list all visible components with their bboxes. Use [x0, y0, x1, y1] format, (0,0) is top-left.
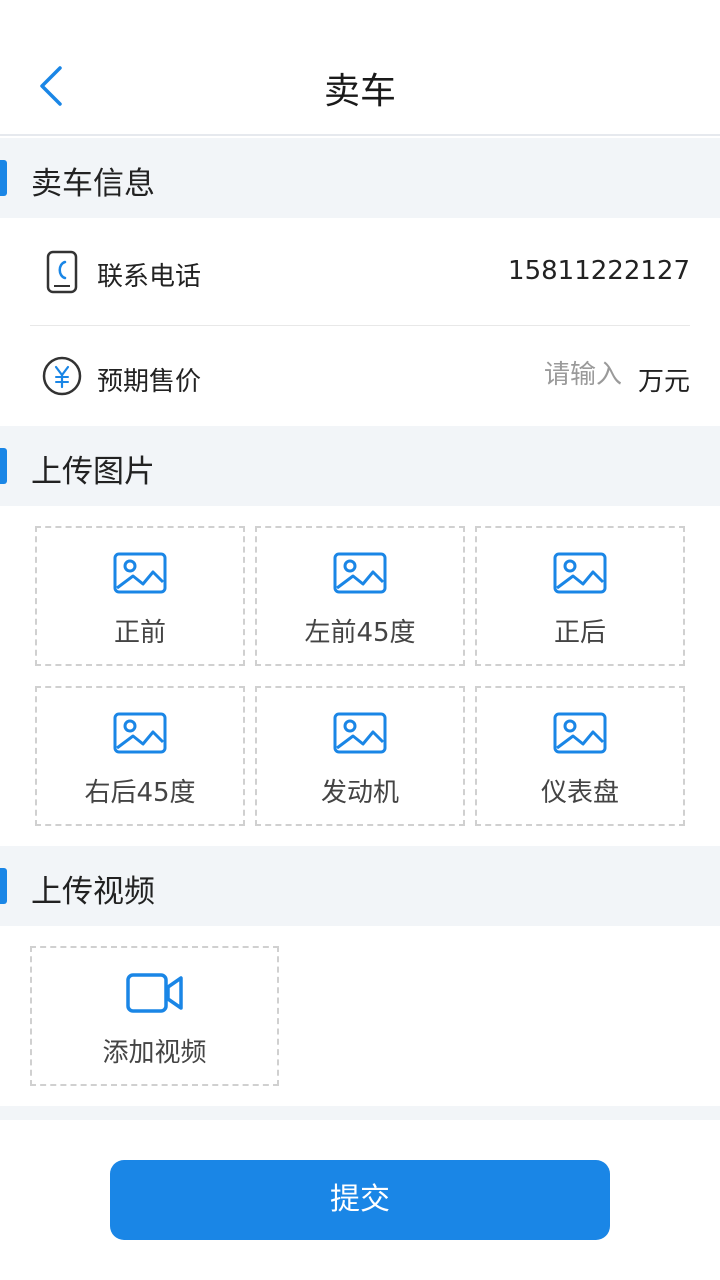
upload-tile-front-left-45[interactable]: 左前45度	[255, 526, 465, 666]
price-row: 预期售价 万元	[0, 326, 720, 426]
section-accent-bar	[0, 448, 7, 484]
video-camera-icon	[126, 973, 183, 1013]
phone-row[interactable]: 联系电话 15811222127	[0, 218, 720, 326]
upload-tile-engine[interactable]: 发动机	[255, 686, 465, 826]
image-icon	[333, 552, 387, 594]
price-input[interactable]	[522, 360, 622, 390]
upload-tile-dashboard[interactable]: 仪表盘	[475, 686, 685, 826]
footer-separator	[0, 1106, 720, 1120]
yuan-icon	[42, 356, 82, 396]
add-video-button[interactable]: 添加视频	[30, 946, 279, 1086]
image-icon	[113, 552, 167, 594]
section-title: 上传图片	[31, 454, 155, 490]
section-title: 上传视频	[31, 874, 155, 910]
image-icon	[553, 552, 607, 594]
upload-tile-rear[interactable]: 正后	[475, 526, 685, 666]
tile-label: 左前45度	[304, 618, 416, 648]
add-video-label: 添加视频	[102, 1038, 207, 1068]
upload-tile-rear-right-45[interactable]: 右后45度	[35, 686, 245, 826]
phone-value: 15811222127	[508, 256, 690, 286]
tile-label: 仪表盘	[540, 778, 619, 808]
upload-tile-front[interactable]: 正前	[35, 526, 245, 666]
submit-button[interactable]: 提交	[110, 1160, 610, 1240]
section-title: 卖车信息	[31, 166, 155, 202]
image-icon	[553, 712, 607, 754]
tile-label: 正前	[113, 618, 166, 648]
tile-label: 正后	[553, 618, 606, 648]
page-title: 卖车	[323, 71, 396, 112]
price-unit: 万元	[637, 367, 690, 397]
section-accent-bar	[0, 868, 7, 904]
section-upload-images: 上传图片	[0, 426, 720, 506]
nav-bar: 卖车	[0, 0, 720, 136]
section-upload-video: 上传视频	[0, 846, 720, 926]
image-upload-grid: 正前 左前45度 正后 右后45度 发动机 仪表盘	[0, 506, 720, 846]
price-label: 预期售价	[97, 367, 202, 397]
image-icon	[113, 712, 167, 754]
tile-label: 右后45度	[84, 778, 196, 808]
phone-label: 联系电话	[97, 262, 202, 292]
tile-label: 发动机	[320, 778, 399, 808]
phone-icon	[46, 250, 78, 294]
section-accent-bar	[0, 160, 7, 196]
video-upload-area: 添加视频	[0, 926, 720, 1106]
image-icon	[333, 712, 387, 754]
section-sell-info: 卖车信息	[0, 138, 720, 218]
